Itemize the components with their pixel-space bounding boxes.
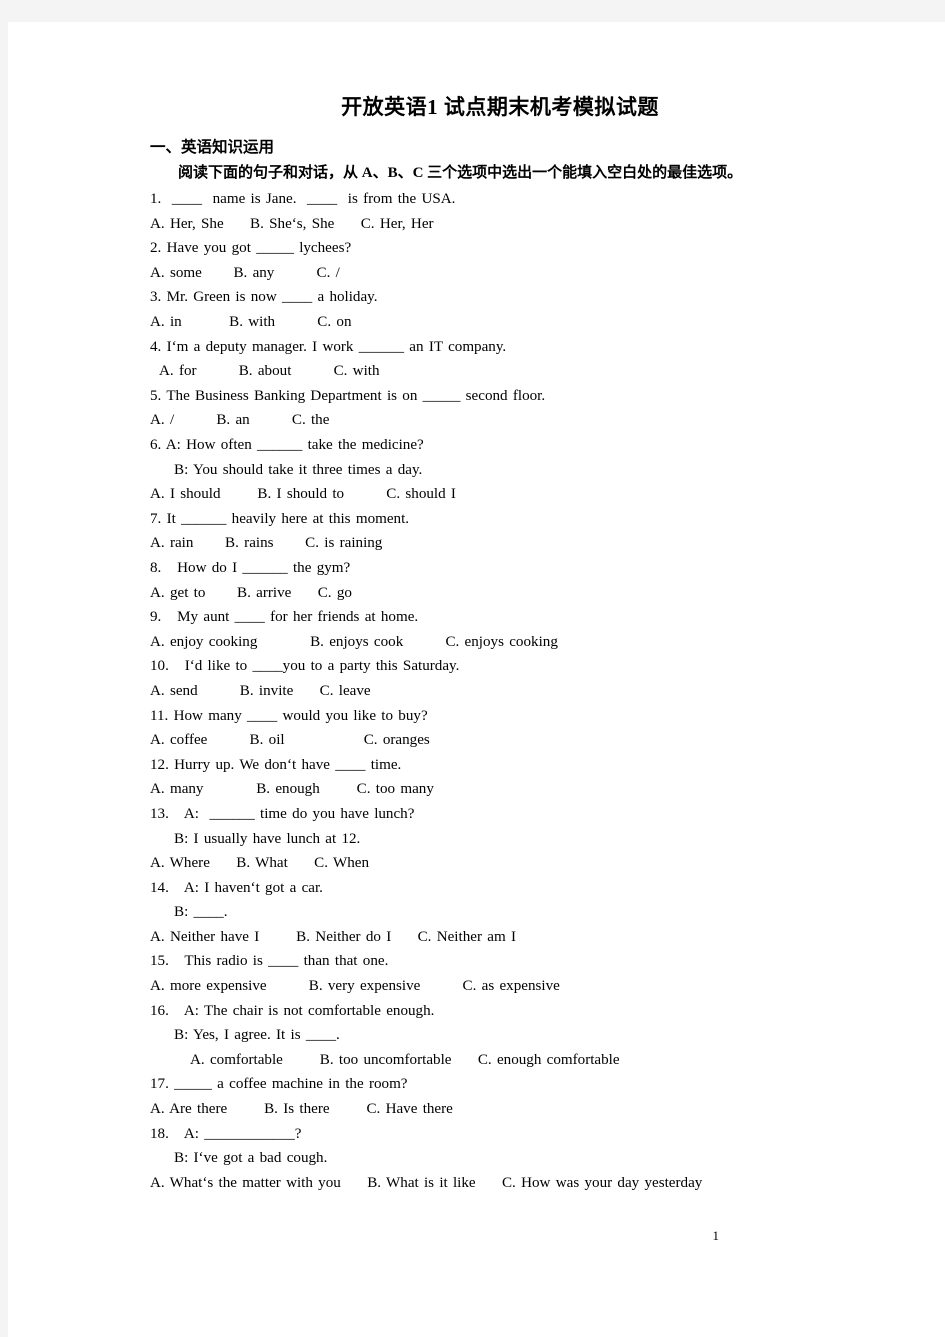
question-line: 15. This radio is ____ than that one. [150, 953, 389, 970]
question-line: 13. A: ______ time do you have lunch? [150, 805, 415, 822]
question-line: A. / B. an C. the [150, 412, 330, 429]
question-line: 8. How do I ______ the gym? [150, 559, 351, 576]
question-line: A. Are there B. Is there C. Have there [150, 1101, 453, 1118]
question-line: A. get to B. arrive C. go [150, 584, 352, 601]
question-line: 18. A: ____________? [150, 1125, 302, 1142]
question-line: 6. A: How often ______ take the medicine… [150, 437, 424, 453]
question-line: 2. Have you got _____ lychees? [150, 240, 352, 257]
question-line: B: I‘ve got a bad cough. [174, 1150, 328, 1167]
question-line: 1. ____ name is Jane. ____ is from the U… [150, 191, 456, 208]
document-page: 开放英语1 试点期末机考模拟试题 一、英语知识运用 阅读下面的句子和对话，从 A… [8, 22, 945, 1337]
question-line: 5. The Business Banking Department is on… [150, 387, 546, 404]
question-line: A. What‘s the matter with you B. What is… [150, 1174, 703, 1191]
section-heading: 一、英语知识运用 [150, 139, 275, 157]
question-line: A. some B. any C. / [150, 264, 340, 281]
question-line: B: ____. [174, 904, 228, 921]
question-line: A. I should B. I should to C. should I [150, 486, 456, 503]
document-content: 开放英语1 试点期末机考模拟试题 一、英语知识运用 阅读下面的句子和对话，从 A… [150, 94, 890, 1195]
section-instruction: 阅读下面的句子和对话，从 A、B、C 三个选项中选出一个能填入空白处的最佳选项。 [178, 164, 743, 181]
page-title: 开放英语1 试点期末机考模拟试题 [341, 95, 659, 119]
question-list: 1. ____ name is Jane. ____ is from the U… [150, 187, 890, 1195]
question-line: A. Neither have I B. Neither do I C. Nei… [150, 928, 516, 945]
question-line: 3. Mr. Green is now ____ a holiday. [150, 289, 378, 306]
question-line: A. for B. about C. with [159, 363, 380, 380]
question-line: A. more expensive B. very expensive C. a… [150, 978, 560, 995]
page-number: 1 [712, 1228, 720, 1243]
question-line: 16. A: The chair is not comfortable enou… [150, 1002, 435, 1019]
question-line: A. many B. enough C. too many [150, 781, 434, 798]
question-line: 17. _____ a coffee machine in the room? [150, 1076, 408, 1093]
question-line: 10. I‘d like to ____you to a party this … [150, 658, 460, 675]
question-line: A. coffee B. oil C. oranges [150, 732, 430, 749]
question-line: A. rain B. rains C. is raining [150, 535, 383, 552]
question-line: B: You should take it three times a day. [174, 461, 423, 478]
question-line: 14. A: I haven‘t got a car. [150, 879, 323, 896]
question-line: 9. My aunt ____ for her friends at home. [150, 609, 419, 626]
question-line: A. comfortable B. too uncomfortable C. e… [190, 1051, 620, 1068]
question-line: A. send B. invite C. leave [150, 682, 371, 699]
question-line: 12. Hurry up. We don‘t have ____ time. [150, 756, 402, 773]
question-line: 4. I‘m a deputy manager. I work ______ a… [150, 338, 507, 355]
question-line: A. enjoy cooking B. enjoys cook C. enjoy… [150, 633, 558, 650]
question-line: A. Her, She B. She‘s, She C. Her, Her [150, 215, 434, 232]
question-line: A. Where B. What C. When [150, 855, 370, 872]
question-line: B: Yes, I agree. It is ____. [174, 1027, 340, 1044]
question-line: B: I usually have lunch at 12. [174, 830, 361, 847]
question-line: 11. How many ____ would you like to buy? [150, 707, 428, 724]
question-line: 7. It ______ heavily here at this moment… [150, 510, 410, 527]
question-line: A. in B. with C. on [150, 314, 352, 331]
